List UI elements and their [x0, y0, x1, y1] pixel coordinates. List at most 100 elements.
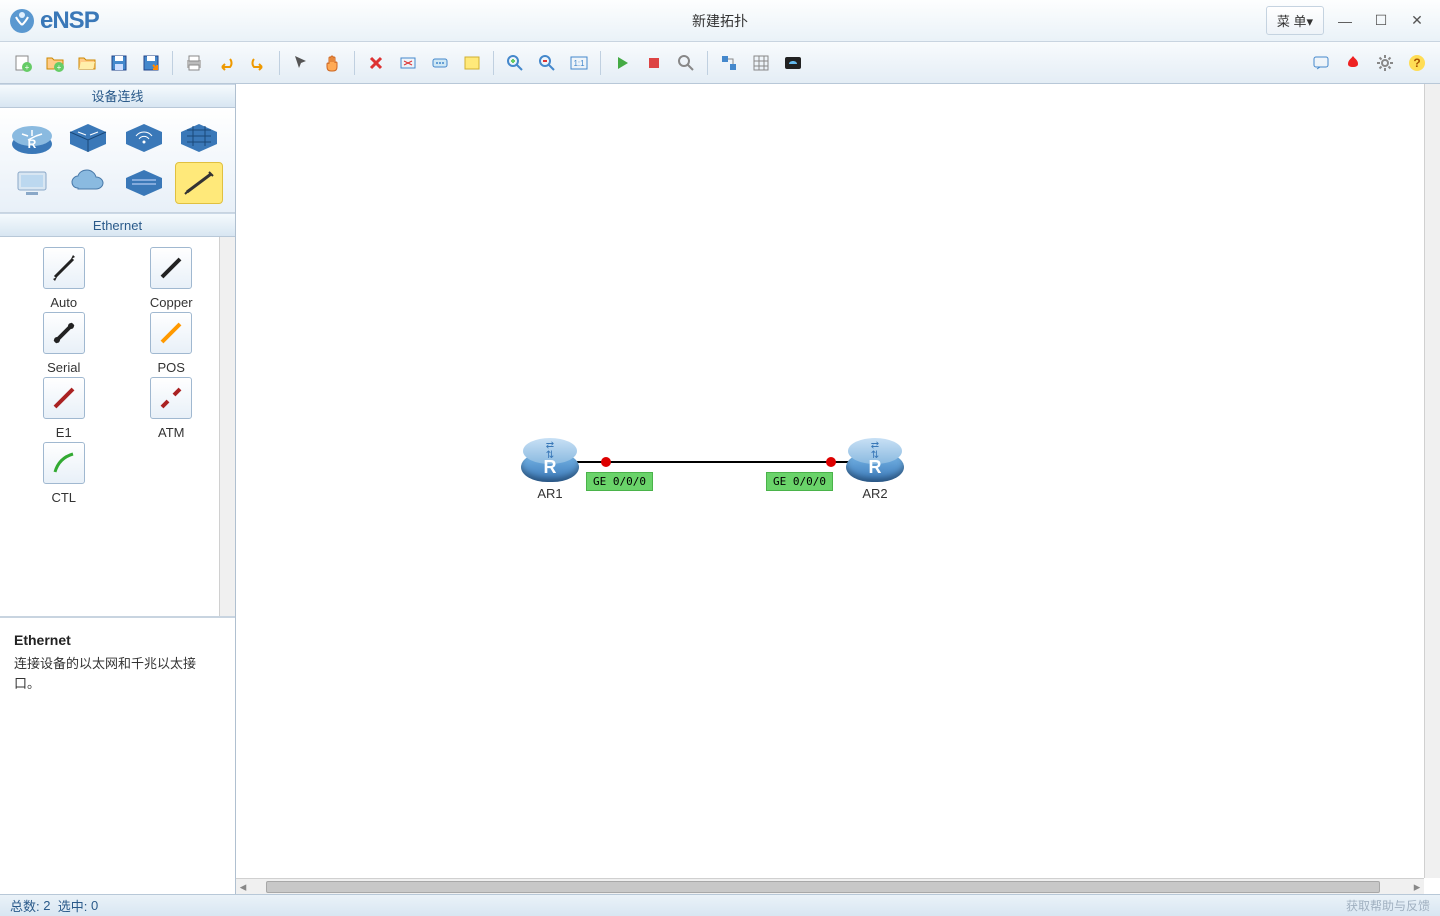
- separator: [707, 51, 708, 75]
- link-port-dot-AR2[interactable]: [826, 457, 836, 467]
- cable-copper-label: Copper: [150, 295, 193, 310]
- cable-copper[interactable]: Copper: [128, 247, 216, 310]
- svg-text:1:1: 1:1: [573, 59, 585, 68]
- separator: [279, 51, 280, 75]
- main-area: 设备连线 R Ethernet Auto Copper: [0, 84, 1440, 894]
- app-name: eNSP: [40, 7, 99, 35]
- cable-e1[interactable]: E1: [20, 377, 108, 440]
- status-bar: 总数: 2 选中: 0 获取帮助与反馈: [0, 894, 1440, 916]
- note-tool-button[interactable]: [457, 48, 487, 78]
- delete-button[interactable]: [361, 48, 391, 78]
- svg-text:?: ?: [1413, 56, 1420, 70]
- redo-button[interactable]: [243, 48, 273, 78]
- separator: [354, 51, 355, 75]
- settings-button[interactable]: [1370, 48, 1400, 78]
- cable-atm-label: ATM: [158, 425, 184, 440]
- category-pc[interactable]: [8, 162, 56, 204]
- cable-serial-label: Serial: [47, 360, 80, 375]
- status-watermark: 获取帮助与反馈: [1346, 897, 1430, 914]
- description-text: 连接设备的以太网和千兆以太接口。: [14, 654, 221, 693]
- category-cable[interactable]: [175, 162, 223, 204]
- port-label-AR1[interactable]: GE 0/0/0: [586, 472, 653, 491]
- new-project-button[interactable]: +: [40, 48, 70, 78]
- router-icon: ⇄⇅ R: [521, 434, 579, 482]
- close-button[interactable]: ✕: [1402, 10, 1432, 32]
- cable-serial[interactable]: Serial: [20, 312, 108, 375]
- cable-auto-icon: [43, 247, 85, 289]
- grid-button[interactable]: [746, 48, 776, 78]
- cable-ctl-icon: [43, 442, 85, 484]
- category-cloud[interactable]: [64, 162, 112, 204]
- cable-subtype-header: Ethernet: [0, 213, 235, 237]
- capture-button[interactable]: [671, 48, 701, 78]
- select-tool-button[interactable]: [286, 48, 316, 78]
- status-total-value: 2: [43, 898, 50, 913]
- topology-canvas[interactable]: GE 0/0/0 GE 0/0/0 ⇄⇅ R AR1 ⇄⇅ R AR2: [236, 84, 1440, 894]
- cable-list-scrollbar[interactable]: [219, 237, 235, 616]
- zoom-in-button[interactable]: [500, 48, 530, 78]
- open-button[interactable]: [72, 48, 102, 78]
- minimize-button[interactable]: —: [1330, 10, 1360, 32]
- text-tool-button[interactable]: [425, 48, 455, 78]
- port-label-AR2[interactable]: GE 0/0/0: [766, 472, 833, 491]
- category-switch[interactable]: [64, 116, 112, 158]
- pan-tool-button[interactable]: [318, 48, 348, 78]
- maximize-button[interactable]: ☐: [1366, 10, 1396, 32]
- canvas-scrollbar-v[interactable]: [1424, 84, 1440, 878]
- device-label-AR1: AR1: [537, 486, 562, 501]
- undo-button[interactable]: [211, 48, 241, 78]
- link-AR1-AR2[interactable]: [577, 461, 867, 463]
- link-port-dot-AR1[interactable]: [601, 457, 611, 467]
- broken-link-button[interactable]: [393, 48, 423, 78]
- zoom-fit-button[interactable]: 1:1: [564, 48, 594, 78]
- canvas-inner: GE 0/0/0 GE 0/0/0 ⇄⇅ R AR1 ⇄⇅ R AR2: [236, 84, 1440, 894]
- new-topology-button[interactable]: +: [8, 48, 38, 78]
- stop-device-button[interactable]: [639, 48, 669, 78]
- cable-atm-icon: [150, 377, 192, 419]
- cable-list: Auto Copper Serial POS E1: [0, 237, 235, 617]
- cable-atm[interactable]: ATM: [128, 377, 216, 440]
- scrollbar-thumb[interactable]: [266, 881, 1380, 893]
- cable-pos[interactable]: POS: [128, 312, 216, 375]
- status-total-label: 总数:: [10, 896, 40, 915]
- title-bar: eNSP 新建拓扑 菜 单▾ — ☐ ✕: [0, 0, 1440, 42]
- zoom-out-button[interactable]: [532, 48, 562, 78]
- print-button[interactable]: [179, 48, 209, 78]
- cable-ctl[interactable]: CTL: [20, 442, 108, 505]
- cloud-tool-button[interactable]: [778, 48, 808, 78]
- toolbar: + + 1:1 ?: [0, 42, 1440, 84]
- description-title: Ethernet: [14, 632, 221, 648]
- device-AR2[interactable]: ⇄⇅ R AR2: [846, 434, 904, 501]
- cable-copper-icon: [150, 247, 192, 289]
- save-button[interactable]: [104, 48, 134, 78]
- menu-button[interactable]: 菜 单▾: [1266, 6, 1324, 35]
- svg-text:+: +: [25, 63, 30, 72]
- category-router[interactable]: R: [8, 116, 56, 158]
- cable-e1-label: E1: [56, 425, 72, 440]
- save-as-button[interactable]: [136, 48, 166, 78]
- help-button[interactable]: ?: [1402, 48, 1432, 78]
- status-selected-label: 选中:: [58, 896, 88, 915]
- cable-auto-label: Auto: [50, 295, 77, 310]
- router-letter: R: [869, 457, 882, 478]
- router-icon: ⇄⇅ R: [846, 434, 904, 482]
- app-logo: eNSP: [8, 7, 99, 35]
- cable-auto[interactable]: Auto: [20, 247, 108, 310]
- category-hub[interactable]: [120, 162, 168, 204]
- start-device-button[interactable]: [607, 48, 637, 78]
- window-title: 新建拓扑: [692, 11, 748, 31]
- huawei-button[interactable]: [1338, 48, 1368, 78]
- separator: [172, 51, 173, 75]
- device-AR1[interactable]: ⇄⇅ R AR1: [521, 434, 579, 501]
- category-firewall[interactable]: [175, 116, 223, 158]
- feedback-button[interactable]: [1306, 48, 1336, 78]
- device-category-grid: R: [0, 108, 235, 213]
- category-wlan[interactable]: [120, 116, 168, 158]
- device-panel-header: 设备连线: [0, 84, 235, 108]
- logo-icon: [8, 7, 36, 35]
- svg-text:R: R: [28, 137, 37, 151]
- cable-serial-icon: [43, 312, 85, 354]
- toolbar-right-group: ?: [1306, 48, 1432, 78]
- canvas-scrollbar-h[interactable]: ◂ ▸: [236, 878, 1424, 894]
- device-list-button[interactable]: [714, 48, 744, 78]
